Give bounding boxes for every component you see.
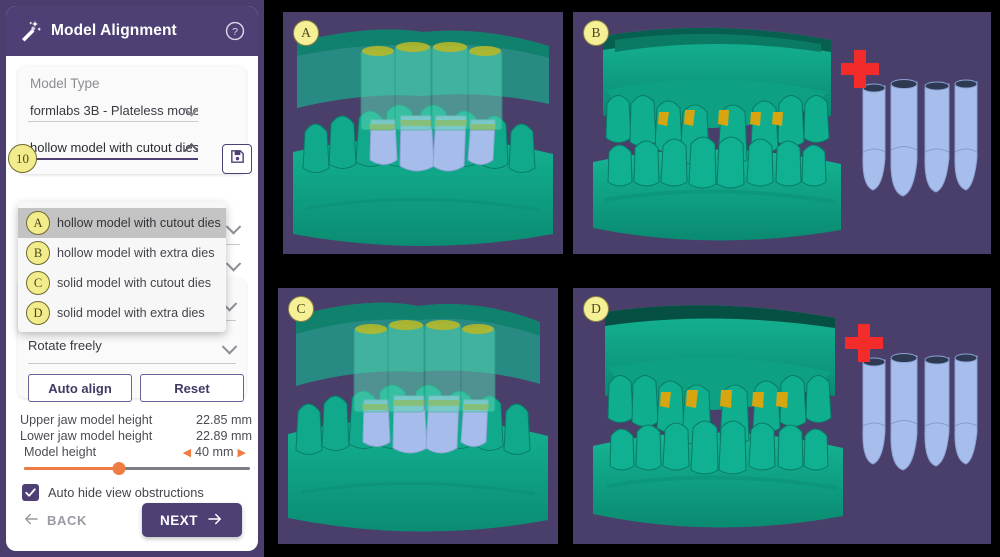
model-variant-dropdown-list: A hollow model with cutout dies B hollow… [18,202,226,332]
option-label-b: hollow model with extra dies [57,246,215,260]
height-readouts: Upper jaw model height 22.85 mm Lower ja… [20,412,252,444]
viewport-badge-d: D [583,296,609,322]
model-type-card: Model Type formlabs 3B - Plateless model… [18,66,246,174]
svg-text:?: ? [232,26,238,38]
save-floppy-icon [229,148,246,170]
rotate-select[interactable]: Rotate freely [28,329,238,364]
model-type-label: Model Type [30,76,100,91]
auto-align-button[interactable]: Auto align [28,374,132,402]
next-button[interactable]: NEXT [141,503,242,537]
sidebar: Model Alignment ? Rotate freely Auto ali… [0,0,264,557]
app-root: Model Alignment ? Rotate freely Auto ali… [0,0,1000,557]
arrow-right-icon [206,510,224,531]
slider-thumb[interactable] [112,462,126,475]
help-circle-icon[interactable]: ? [224,20,246,42]
dropdown-option-b[interactable]: B hollow model with extra dies [18,238,226,268]
viewport-badge-b: B [583,20,609,46]
slider-fill [24,467,119,470]
printer-select[interactable]: formlabs 3B - Plateless model [28,100,198,122]
model-height-value: 40 mm [195,445,234,459]
model-height-slider[interactable] [24,462,250,475]
model-variant-select-value: hollow model with cutout dies [30,140,198,155]
option-badge-b: B [26,241,50,265]
model-height-row: Model height ◀ 40 mm ▶ [24,445,250,459]
printer-select-row: formlabs 3B - Plateless model [28,96,236,126]
sidebar-footer: BACK NEXT [6,489,258,551]
upper-jaw-value: 22.85 mm [196,413,252,427]
arrow-left-icon [22,510,40,531]
model-select-row: hollow model with cutout dies [28,134,236,164]
back-button[interactable]: BACK [22,510,87,531]
reset-button[interactable]: Reset [140,374,244,402]
model-height-decrement-icon[interactable]: ◀ [179,446,195,459]
back-label: BACK [47,512,87,528]
extra-dies-row [862,79,978,197]
viewport-a[interactable]: A [283,12,563,254]
option-badge-c: C [26,271,50,295]
plus-icon-d [845,324,883,362]
option-badge-d: D [26,301,50,325]
viewport-b[interactable]: B [573,12,991,254]
dropdown-option-c[interactable]: C solid model with cutout dies [18,268,226,298]
rotate-select-value: Rotate freely [28,338,102,353]
option-label-c: solid model with cutout dies [57,276,212,290]
lower-jaw-label: Lower jaw model height [20,429,153,443]
extra-dies-row-d [862,353,978,471]
lower-jaw-value: 22.89 mm [196,429,252,443]
dropdown-option-d[interactable]: D solid model with extra dies [18,298,226,328]
model-variant-select[interactable]: hollow model with cutout dies [28,138,198,160]
upper-jaw-label: Upper jaw model height [20,413,153,427]
plus-icon-b [841,50,879,88]
upper-jaw-readout: Upper jaw model height 22.85 mm [20,412,252,428]
viewport-c[interactable]: C [278,288,558,544]
printer-select-value: formlabs 3B - Plateless model [30,102,198,118]
dental-model-d [593,305,978,528]
magic-wand-icon [18,19,42,43]
dental-model-a [293,29,553,246]
sidebar-body: Rotate freely Auto align Reset Model Typ… [6,56,258,551]
dental-model-b [593,27,978,241]
option-badge-a: A [26,211,50,235]
page-title: Model Alignment [51,22,177,39]
option-label-d: solid model with extra dies [57,306,205,320]
sidebar-card: Model Alignment ? Rotate freely Auto ali… [6,6,258,551]
next-label: NEXT [159,512,198,528]
viewport-badge-c: C [288,296,314,322]
option-label-a: hollow model with cutout dies [57,216,221,230]
viewport-badge-a: A [293,20,319,46]
model-height-label: Model height [24,445,97,459]
dental-model-c [288,302,548,532]
align-actions: Auto align Reset [28,374,244,402]
model-height-increment-icon[interactable]: ▶ [234,446,250,459]
step-badge-10: 10 [8,144,37,173]
viewport-d[interactable]: D [573,288,991,544]
lower-jaw-readout: Lower jaw model height 22.89 mm [20,428,252,444]
sidebar-header: Model Alignment ? [6,6,258,56]
dropdown-option-a[interactable]: A hollow model with cutout dies [18,208,226,238]
save-icon-button[interactable] [222,144,252,174]
